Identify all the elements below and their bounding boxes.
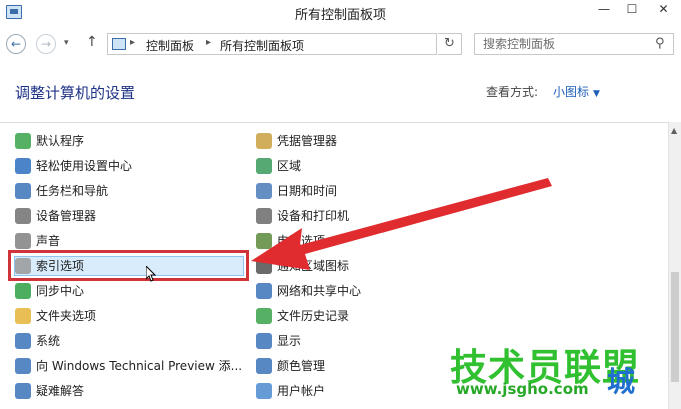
item-label: 文件夹选项	[36, 309, 97, 323]
display-icon	[256, 332, 272, 349]
item-label: 疑难解答	[36, 384, 85, 398]
control-panel-item[interactable]: 电源选项	[256, 230, 325, 251]
add-features-icon	[15, 357, 31, 374]
control-panel-item[interactable]: 日期和时间	[256, 180, 337, 201]
indexing-icon	[15, 257, 31, 274]
item-label: 通知区域图标	[277, 259, 350, 273]
title-bar: 所有控制面板项 — ☐ ✕	[0, 0, 681, 26]
address-toolbar: ← → ▾ ↑ ▸ 控制面板 ▸ 所有控制面板项 ▾ ↻ ⚲	[0, 26, 681, 60]
network-icon	[256, 282, 272, 299]
device-manager-icon	[15, 207, 31, 224]
divider	[0, 122, 668, 123]
address-bar[interactable]: ▸ 控制面板 ▸ 所有控制面板项 ▾	[107, 33, 531, 55]
minimize-button[interactable]: —	[590, 0, 618, 20]
item-label: 同步中心	[36, 284, 85, 298]
control-panel-item[interactable]: 轻松使用设置中心	[15, 155, 132, 176]
vertical-scrollbar[interactable]: ▲	[668, 122, 681, 409]
control-panel-item[interactable]: 凭据管理器	[256, 130, 337, 151]
view-by-label: 查看方式:	[486, 85, 539, 99]
control-panel-item[interactable]: 系统	[15, 330, 60, 351]
control-panel-item[interactable]: 设备和打印机	[256, 205, 349, 226]
system-icon	[15, 332, 31, 349]
control-panel-item[interactable]: 用户帐户	[256, 380, 325, 401]
control-panel-item[interactable]: 声音	[15, 230, 60, 251]
taskbar-icon	[15, 182, 31, 199]
item-label: 默认程序	[36, 134, 85, 148]
recent-locations-button[interactable]: ▾	[64, 38, 69, 48]
page-title: 调整计算机的设置	[15, 84, 136, 102]
control-panel-item[interactable]: 任务栏和导航	[15, 180, 108, 201]
chevron-right-icon[interactable]: ▸	[206, 37, 211, 48]
watermark-suffix: 城	[607, 365, 636, 398]
maximize-button[interactable]: ☐	[618, 0, 646, 20]
file-history-icon	[256, 307, 272, 324]
item-label: 索引选项	[36, 259, 85, 273]
item-label: 日期和时间	[277, 184, 338, 198]
item-label: 向 Windows Technical Preview 添...	[36, 359, 243, 373]
item-label: 凭据管理器	[277, 134, 338, 148]
default-programs-icon	[15, 132, 31, 149]
power-options-icon	[256, 232, 272, 249]
item-label: 网络和共享中心	[277, 284, 362, 298]
control-panel-item[interactable]: 设备管理器	[15, 205, 96, 226]
item-label: 用户帐户	[277, 384, 326, 398]
credential-manager-icon	[256, 132, 272, 149]
refresh-button[interactable]: ↻	[438, 33, 462, 55]
item-label: 文件历史记录	[277, 309, 350, 323]
window-title: 所有控制面板项	[294, 8, 386, 23]
region-icon	[256, 157, 272, 174]
folder-options-icon	[15, 307, 31, 324]
color-management-icon	[256, 357, 272, 374]
control-panel-item[interactable]: 同步中心	[15, 280, 84, 301]
control-panel-item[interactable]: 通知区域图标	[256, 255, 349, 276]
control-panel-item[interactable]: 文件历史记录	[256, 305, 349, 326]
item-label: 区域	[277, 159, 302, 173]
forward-button[interactable]: →	[36, 34, 56, 54]
breadcrumb-all-items[interactable]: 所有控制面板项	[220, 37, 304, 54]
item-label: 设备和打印机	[277, 209, 350, 223]
control-panel-item[interactable]: 索引选项	[15, 255, 84, 276]
item-label: 系统	[36, 334, 61, 348]
control-panel-item[interactable]: 默认程序	[15, 130, 84, 151]
control-panel-item[interactable]: 向 Windows Technical Preview 添...	[15, 355, 242, 376]
troubleshooting-icon	[15, 382, 31, 399]
control-panel-item[interactable]: 区域	[256, 155, 301, 176]
item-label: 任务栏和导航	[36, 184, 109, 198]
search-input[interactable]	[475, 34, 649, 54]
control-panel-item[interactable]: 疑难解答	[15, 380, 84, 401]
chevron-down-icon[interactable]: ▼	[593, 89, 600, 99]
scroll-thumb[interactable]	[671, 272, 679, 382]
control-panel-item[interactable]: 文件夹选项	[15, 305, 96, 326]
user-accounts-icon	[256, 382, 272, 399]
breadcrumb-control-panel[interactable]: 控制面板	[146, 37, 194, 54]
item-label: 电源选项	[277, 234, 326, 248]
watermark-url: www.jsgho.com	[456, 380, 589, 398]
item-label: 声音	[36, 234, 61, 248]
search-icon[interactable]: ⚲	[655, 36, 665, 51]
scroll-up-icon[interactable]: ▲	[671, 126, 677, 135]
item-label: 轻松使用设置中心	[36, 159, 133, 173]
mouse-cursor-icon	[146, 266, 156, 282]
control-panel-item[interactable]: 显示	[256, 330, 301, 351]
control-panel-item[interactable]: 网络和共享中心	[256, 280, 361, 301]
control-panel-item[interactable]: 颜色管理	[256, 355, 325, 376]
sound-icon	[15, 232, 31, 249]
item-label: 颜色管理	[277, 359, 326, 373]
search-box[interactable]: ⚲	[474, 33, 674, 55]
chevron-right-icon[interactable]: ▸	[130, 37, 135, 48]
date-time-icon	[256, 182, 272, 199]
devices-printers-icon	[256, 207, 272, 224]
item-label: 设备管理器	[36, 209, 97, 223]
close-button[interactable]: ✕	[646, 0, 681, 20]
ease-of-access-icon	[15, 157, 31, 174]
sync-center-icon	[15, 282, 31, 299]
control-panel-icon	[112, 38, 126, 50]
back-button[interactable]: ←	[6, 34, 26, 54]
notification-icon	[256, 257, 272, 274]
item-label: 显示	[277, 334, 302, 348]
view-by-value[interactable]: 小图标	[553, 85, 589, 99]
view-by-dropdown[interactable]: 小图标 ▼	[553, 83, 600, 100]
up-button[interactable]: ↑	[86, 34, 98, 50]
